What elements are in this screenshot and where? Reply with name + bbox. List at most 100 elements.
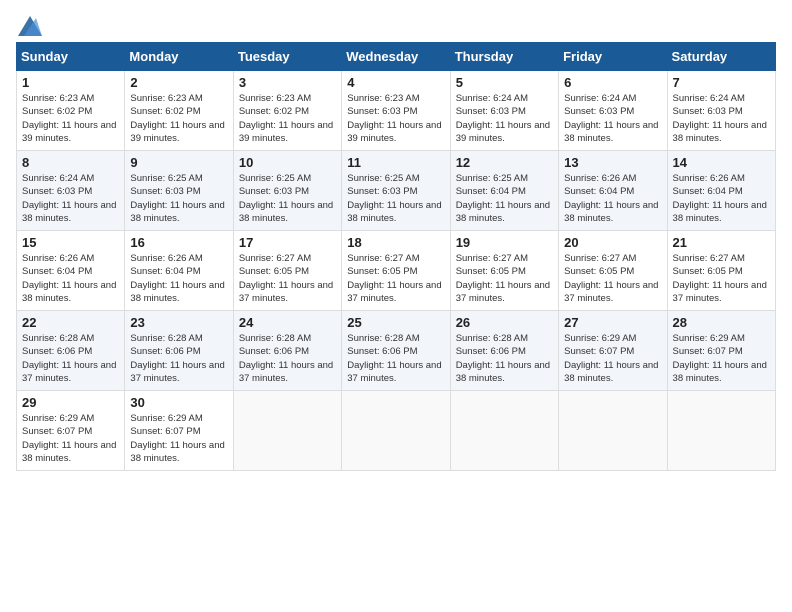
calendar-cell: 18 Sunrise: 6:27 AM Sunset: 6:05 PM Dayl… — [342, 231, 450, 311]
empty-cell — [667, 391, 775, 471]
day-number: 24 — [239, 315, 336, 330]
calendar-cell: 8 Sunrise: 6:24 AM Sunset: 6:03 PM Dayli… — [17, 151, 125, 231]
day-number: 22 — [22, 315, 119, 330]
cell-info: Sunrise: 6:23 AM Sunset: 6:02 PM Dayligh… — [130, 92, 227, 145]
empty-cell — [233, 391, 341, 471]
cell-info: Sunrise: 6:23 AM Sunset: 6:02 PM Dayligh… — [239, 92, 336, 145]
cell-info: Sunrise: 6:27 AM Sunset: 6:05 PM Dayligh… — [347, 252, 444, 305]
calendar-cell: 10 Sunrise: 6:25 AM Sunset: 6:03 PM Dayl… — [233, 151, 341, 231]
cell-info: Sunrise: 6:27 AM Sunset: 6:05 PM Dayligh… — [456, 252, 553, 305]
day-number: 26 — [456, 315, 553, 330]
day-number: 28 — [673, 315, 770, 330]
day-number: 8 — [22, 155, 119, 170]
day-number: 23 — [130, 315, 227, 330]
empty-cell — [342, 391, 450, 471]
calendar-row: 1 Sunrise: 6:23 AM Sunset: 6:02 PM Dayli… — [17, 71, 776, 151]
calendar-cell: 11 Sunrise: 6:25 AM Sunset: 6:03 PM Dayl… — [342, 151, 450, 231]
header-saturday: Saturday — [667, 43, 775, 71]
page-header — [16, 16, 776, 32]
calendar-row: 15 Sunrise: 6:26 AM Sunset: 6:04 PM Dayl… — [17, 231, 776, 311]
day-number: 1 — [22, 75, 119, 90]
header-monday: Monday — [125, 43, 233, 71]
cell-info: Sunrise: 6:23 AM Sunset: 6:03 PM Dayligh… — [347, 92, 444, 145]
calendar-cell: 19 Sunrise: 6:27 AM Sunset: 6:05 PM Dayl… — [450, 231, 558, 311]
calendar-cell: 5 Sunrise: 6:24 AM Sunset: 6:03 PM Dayli… — [450, 71, 558, 151]
day-number: 5 — [456, 75, 553, 90]
cell-info: Sunrise: 6:29 AM Sunset: 6:07 PM Dayligh… — [673, 332, 770, 385]
logo — [16, 16, 44, 32]
calendar-cell: 14 Sunrise: 6:26 AM Sunset: 6:04 PM Dayl… — [667, 151, 775, 231]
cell-info: Sunrise: 6:25 AM Sunset: 6:04 PM Dayligh… — [456, 172, 553, 225]
cell-info: Sunrise: 6:24 AM Sunset: 6:03 PM Dayligh… — [564, 92, 661, 145]
calendar-cell: 12 Sunrise: 6:25 AM Sunset: 6:04 PM Dayl… — [450, 151, 558, 231]
cell-info: Sunrise: 6:28 AM Sunset: 6:06 PM Dayligh… — [130, 332, 227, 385]
day-number: 18 — [347, 235, 444, 250]
cell-info: Sunrise: 6:27 AM Sunset: 6:05 PM Dayligh… — [239, 252, 336, 305]
calendar-cell: 4 Sunrise: 6:23 AM Sunset: 6:03 PM Dayli… — [342, 71, 450, 151]
calendar-row: 8 Sunrise: 6:24 AM Sunset: 6:03 PM Dayli… — [17, 151, 776, 231]
cell-info: Sunrise: 6:24 AM Sunset: 6:03 PM Dayligh… — [673, 92, 770, 145]
calendar-row: 22 Sunrise: 6:28 AM Sunset: 6:06 PM Dayl… — [17, 311, 776, 391]
cell-info: Sunrise: 6:27 AM Sunset: 6:05 PM Dayligh… — [673, 252, 770, 305]
day-number: 3 — [239, 75, 336, 90]
calendar-cell: 25 Sunrise: 6:28 AM Sunset: 6:06 PM Dayl… — [342, 311, 450, 391]
day-number: 17 — [239, 235, 336, 250]
header-thursday: Thursday — [450, 43, 558, 71]
calendar-cell: 7 Sunrise: 6:24 AM Sunset: 6:03 PM Dayli… — [667, 71, 775, 151]
calendar-cell: 24 Sunrise: 6:28 AM Sunset: 6:06 PM Dayl… — [233, 311, 341, 391]
calendar-cell: 23 Sunrise: 6:28 AM Sunset: 6:06 PM Dayl… — [125, 311, 233, 391]
day-number: 19 — [456, 235, 553, 250]
day-number: 2 — [130, 75, 227, 90]
cell-info: Sunrise: 6:28 AM Sunset: 6:06 PM Dayligh… — [347, 332, 444, 385]
cell-info: Sunrise: 6:26 AM Sunset: 6:04 PM Dayligh… — [673, 172, 770, 225]
cell-info: Sunrise: 6:24 AM Sunset: 6:03 PM Dayligh… — [456, 92, 553, 145]
header-tuesday: Tuesday — [233, 43, 341, 71]
calendar-cell: 30 Sunrise: 6:29 AM Sunset: 6:07 PM Dayl… — [125, 391, 233, 471]
day-number: 12 — [456, 155, 553, 170]
cell-info: Sunrise: 6:26 AM Sunset: 6:04 PM Dayligh… — [130, 252, 227, 305]
day-number: 16 — [130, 235, 227, 250]
calendar-table: Sunday Monday Tuesday Wednesday Thursday… — [16, 42, 776, 471]
day-number: 7 — [673, 75, 770, 90]
calendar-cell: 16 Sunrise: 6:26 AM Sunset: 6:04 PM Dayl… — [125, 231, 233, 311]
cell-info: Sunrise: 6:28 AM Sunset: 6:06 PM Dayligh… — [22, 332, 119, 385]
calendar-cell: 26 Sunrise: 6:28 AM Sunset: 6:06 PM Dayl… — [450, 311, 558, 391]
day-number: 25 — [347, 315, 444, 330]
header-wednesday: Wednesday — [342, 43, 450, 71]
cell-info: Sunrise: 6:29 AM Sunset: 6:07 PM Dayligh… — [130, 412, 227, 465]
day-number: 9 — [130, 155, 227, 170]
calendar-cell: 29 Sunrise: 6:29 AM Sunset: 6:07 PM Dayl… — [17, 391, 125, 471]
calendar-cell: 20 Sunrise: 6:27 AM Sunset: 6:05 PM Dayl… — [559, 231, 667, 311]
day-number: 11 — [347, 155, 444, 170]
day-number: 13 — [564, 155, 661, 170]
cell-info: Sunrise: 6:28 AM Sunset: 6:06 PM Dayligh… — [239, 332, 336, 385]
header-friday: Friday — [559, 43, 667, 71]
cell-info: Sunrise: 6:26 AM Sunset: 6:04 PM Dayligh… — [22, 252, 119, 305]
calendar-row: 29 Sunrise: 6:29 AM Sunset: 6:07 PM Dayl… — [17, 391, 776, 471]
calendar-cell: 17 Sunrise: 6:27 AM Sunset: 6:05 PM Dayl… — [233, 231, 341, 311]
cell-info: Sunrise: 6:28 AM Sunset: 6:06 PM Dayligh… — [456, 332, 553, 385]
calendar-cell: 9 Sunrise: 6:25 AM Sunset: 6:03 PM Dayli… — [125, 151, 233, 231]
calendar-cell: 2 Sunrise: 6:23 AM Sunset: 6:02 PM Dayli… — [125, 71, 233, 151]
header-sunday: Sunday — [17, 43, 125, 71]
day-number: 10 — [239, 155, 336, 170]
day-number: 4 — [347, 75, 444, 90]
cell-info: Sunrise: 6:29 AM Sunset: 6:07 PM Dayligh… — [564, 332, 661, 385]
weekday-header-row: Sunday Monday Tuesday Wednesday Thursday… — [17, 43, 776, 71]
logo-icon — [18, 16, 42, 36]
day-number: 27 — [564, 315, 661, 330]
cell-info: Sunrise: 6:27 AM Sunset: 6:05 PM Dayligh… — [564, 252, 661, 305]
day-number: 29 — [22, 395, 119, 410]
calendar-cell: 3 Sunrise: 6:23 AM Sunset: 6:02 PM Dayli… — [233, 71, 341, 151]
cell-info: Sunrise: 6:25 AM Sunset: 6:03 PM Dayligh… — [347, 172, 444, 225]
calendar-cell: 21 Sunrise: 6:27 AM Sunset: 6:05 PM Dayl… — [667, 231, 775, 311]
empty-cell — [450, 391, 558, 471]
day-number: 30 — [130, 395, 227, 410]
calendar-cell: 22 Sunrise: 6:28 AM Sunset: 6:06 PM Dayl… — [17, 311, 125, 391]
calendar-cell: 28 Sunrise: 6:29 AM Sunset: 6:07 PM Dayl… — [667, 311, 775, 391]
empty-cell — [559, 391, 667, 471]
day-number: 21 — [673, 235, 770, 250]
cell-info: Sunrise: 6:25 AM Sunset: 6:03 PM Dayligh… — [239, 172, 336, 225]
day-number: 6 — [564, 75, 661, 90]
calendar-cell: 13 Sunrise: 6:26 AM Sunset: 6:04 PM Dayl… — [559, 151, 667, 231]
